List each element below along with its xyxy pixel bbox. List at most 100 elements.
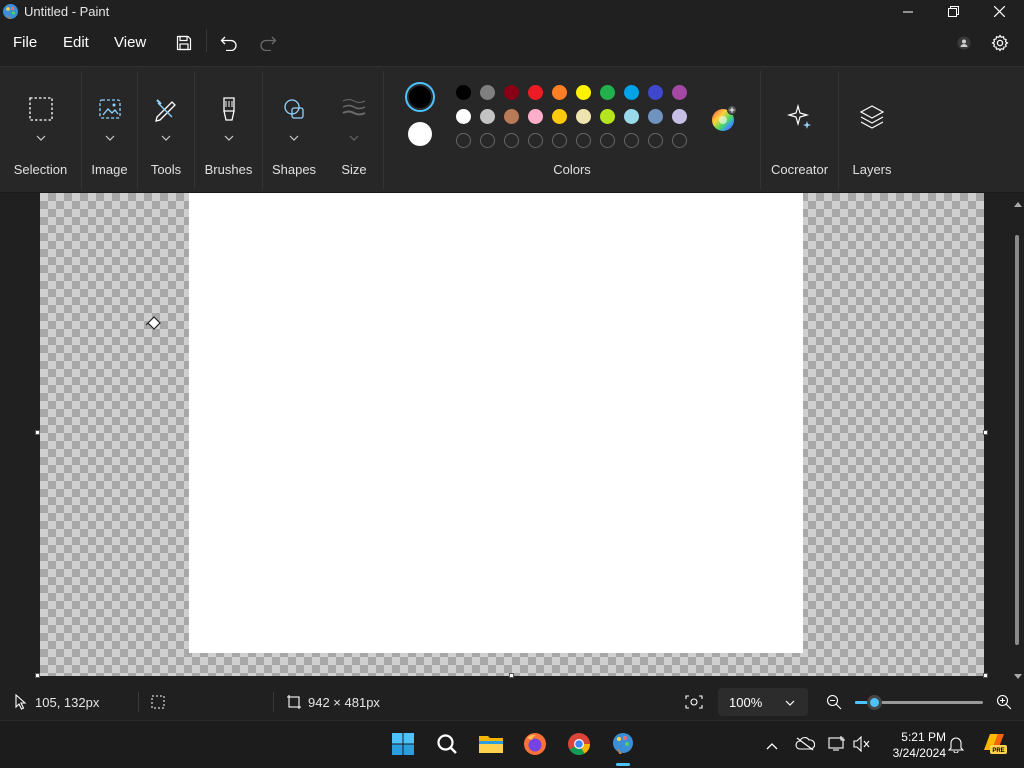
brush-icon	[215, 95, 243, 123]
shapes-group[interactable]: Shapes	[263, 67, 325, 194]
close-button[interactable]	[976, 0, 1022, 24]
custom-color-slot[interactable]	[480, 133, 495, 148]
custom-color-slot[interactable]	[576, 133, 591, 148]
color-swatch[interactable]	[648, 85, 663, 100]
zoom-slider[interactable]	[855, 695, 983, 710]
secondary-color-button[interactable]	[408, 122, 432, 146]
custom-color-slot[interactable]	[672, 133, 687, 148]
resize-handle-bottom-right[interactable]	[983, 673, 988, 678]
color-swatch[interactable]	[552, 109, 567, 124]
selection-group[interactable]: Selection	[0, 67, 81, 194]
start-button[interactable]	[387, 729, 419, 761]
zoom-in-button[interactable]	[996, 694, 1012, 713]
color-swatch[interactable]	[528, 109, 543, 124]
zoom-value: 100%	[729, 695, 763, 710]
minimize-button[interactable]	[885, 0, 931, 24]
account-button[interactable]	[952, 32, 976, 56]
color-swatch[interactable]	[528, 85, 543, 100]
notifications-button[interactable]	[946, 735, 966, 755]
custom-color-slot[interactable]	[528, 133, 543, 148]
color-swatch[interactable]	[504, 109, 519, 124]
volume-muted-icon	[853, 735, 871, 755]
custom-color-slot[interactable]	[504, 133, 519, 148]
layers-group[interactable]: Layers	[839, 67, 905, 194]
volume-tray[interactable]	[852, 735, 872, 755]
chrome-icon	[567, 732, 591, 759]
zoom-slider-thumb[interactable]	[867, 695, 883, 710]
scroll-up-icon[interactable]	[1014, 195, 1022, 210]
resize-handle-left[interactable]	[35, 430, 40, 435]
selection-icon	[27, 95, 55, 123]
edit-colors-button[interactable]	[710, 105, 737, 131]
clock-date: 3/24/2024	[892, 746, 946, 760]
color-swatch[interactable]	[624, 85, 639, 100]
resize-handle-right[interactable]	[983, 430, 988, 435]
size-group[interactable]: Size	[326, 67, 382, 194]
taskbar-chrome[interactable]	[563, 729, 595, 761]
pencil-eraser-icon	[152, 95, 180, 123]
gear-icon	[991, 33, 1009, 55]
color-swatch[interactable]	[552, 85, 567, 100]
undo-button[interactable]	[217, 32, 241, 56]
menu-edit[interactable]: Edit	[63, 34, 89, 51]
primary-color-button[interactable]	[405, 82, 435, 112]
save-button[interactable]	[172, 32, 196, 56]
zoom-dropdown[interactable]: 100%	[718, 688, 808, 716]
copilot-preview-button[interactable]: PRE	[980, 731, 1008, 757]
chevron-down-icon	[161, 129, 171, 141]
taskbar-clock[interactable]: 5:21 PM 3/24/2024	[880, 729, 946, 761]
menu-view[interactable]: View	[114, 34, 146, 51]
color-swatch[interactable]	[480, 109, 495, 124]
color-swatch[interactable]	[480, 85, 495, 100]
color-swatch[interactable]	[576, 85, 591, 100]
menu-file[interactable]: File	[13, 34, 37, 51]
scroll-down-icon[interactable]	[1014, 668, 1022, 683]
redo-button[interactable]	[256, 32, 280, 56]
color-swatch[interactable]	[600, 85, 615, 100]
color-swatch[interactable]	[672, 85, 687, 100]
custom-color-slot[interactable]	[456, 133, 471, 148]
chevron-down-icon	[785, 696, 795, 711]
fit-to-window-button[interactable]	[685, 694, 703, 713]
colors-label: Colors	[553, 162, 591, 177]
network-icon	[828, 735, 846, 755]
color-swatch[interactable]	[576, 109, 591, 124]
canvas-workspace[interactable]	[0, 193, 1024, 684]
canvas-size-icon	[287, 695, 301, 712]
menu-divider	[206, 30, 207, 52]
image-group[interactable]: Image	[82, 67, 137, 194]
save-icon	[176, 35, 192, 54]
show-hidden-icons-button[interactable]	[762, 735, 782, 755]
resize-handle-bottom-left[interactable]	[35, 673, 40, 678]
scrollbar-thumb[interactable]	[1015, 235, 1019, 645]
color-swatch[interactable]	[456, 85, 471, 100]
chevron-down-icon	[224, 129, 234, 141]
title-bar: Untitled - Paint	[0, 0, 1024, 24]
custom-color-slot[interactable]	[552, 133, 567, 148]
color-swatch[interactable]	[456, 109, 471, 124]
restore-button[interactable]	[930, 0, 976, 24]
taskbar-file-explorer[interactable]	[475, 729, 507, 761]
resize-handle-bottom[interactable]	[509, 673, 514, 678]
settings-button[interactable]	[988, 32, 1012, 56]
color-swatch[interactable]	[504, 85, 519, 100]
zoom-out-button[interactable]	[826, 694, 842, 713]
drawing-canvas[interactable]	[189, 193, 803, 653]
color-swatch[interactable]	[648, 109, 663, 124]
brushes-group[interactable]: Brushes	[195, 67, 262, 194]
color-swatch[interactable]	[672, 109, 687, 124]
network-tray[interactable]	[827, 735, 847, 755]
taskbar-firefox[interactable]	[519, 729, 551, 761]
taskbar-paint[interactable]	[607, 729, 639, 761]
cocreator-group[interactable]: Cocreator	[761, 67, 838, 194]
onedrive-tray[interactable]	[795, 735, 816, 755]
copilot-pre-icon: PRE	[980, 730, 1008, 759]
vertical-scrollbar[interactable]	[1013, 193, 1023, 679]
taskbar-search[interactable]	[431, 729, 463, 761]
tools-group[interactable]: Tools	[138, 67, 194, 194]
color-swatch[interactable]	[600, 109, 615, 124]
custom-color-slot[interactable]	[624, 133, 639, 148]
color-swatch[interactable]	[624, 109, 639, 124]
custom-color-slot[interactable]	[600, 133, 615, 148]
custom-color-slot[interactable]	[648, 133, 663, 148]
